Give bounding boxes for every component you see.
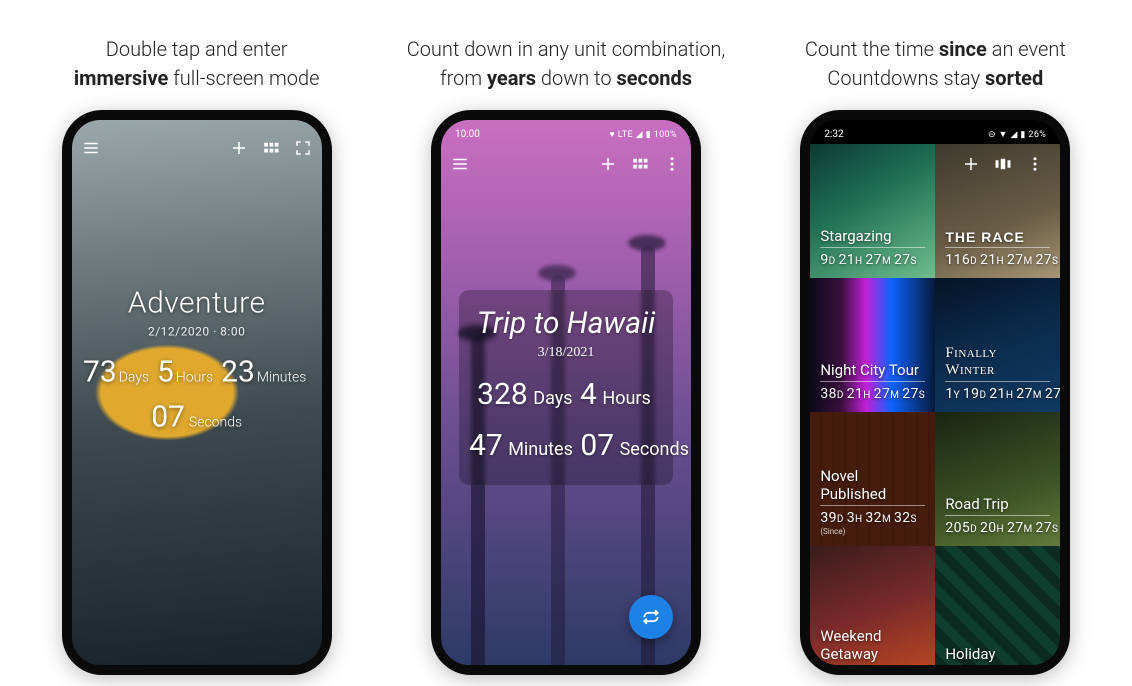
- app-bar: [72, 128, 322, 168]
- screen-3[interactable]: 2:32 ⊝ ▼ ◢ ▮ 26% Stargazing: [810, 120, 1060, 665]
- countdown-card[interactable]: Adventure 2/12/2020 · 8:00 73Days 5Hours…: [72, 285, 322, 434]
- wallpaper-hawaii: 10:00 ♥ LTE ◢ ▮ 100%: [441, 120, 691, 665]
- grid-icon[interactable]: [262, 139, 280, 157]
- carousel-icon[interactable]: [994, 155, 1012, 173]
- countdown-title: Adventure: [72, 285, 322, 320]
- status-time: 2:32: [824, 129, 843, 140]
- tile-title: Night City Tour: [820, 361, 925, 382]
- caption-2: Count down in any unit combination, from…: [407, 28, 726, 100]
- fab-refresh-button[interactable]: [629, 595, 673, 639]
- tile-night-city-tour[interactable]: Night City Tour 38D 21H 27M 27S: [810, 278, 935, 412]
- status-bar: 10:00 ♥ LTE ◢ ▮ 100%: [441, 120, 691, 144]
- tile-time: 39D 3H 32M 32S: [820, 510, 925, 526]
- tile-title: Stargazing: [820, 227, 925, 248]
- tile-title: Holiday: [945, 645, 1050, 665]
- fullscreen-icon[interactable]: [294, 139, 312, 157]
- countdown-card[interactable]: Trip to Hawaii 3/18/2021 328 Days 4 Hour…: [459, 290, 673, 485]
- column-1: Double tap and enter immersive full-scre…: [24, 28, 370, 675]
- screen3-root: 2:32 ⊝ ▼ ◢ ▮ 26% Stargazing: [810, 120, 1060, 665]
- caption-1-line2b: full-screen mode: [168, 66, 319, 90]
- overflow-icon[interactable]: [663, 155, 681, 173]
- phone-frame-2: 10:00 ♥ LTE ◢ ▮ 100%: [431, 110, 701, 675]
- tile-title: THE RACE: [945, 229, 1050, 248]
- countdown-line-2: 47 Minutes 07 Seconds: [469, 428, 663, 463]
- screen-2[interactable]: 10:00 ♥ LTE ◢ ▮ 100%: [441, 120, 691, 665]
- tile-time: 1Y 19D 21H 27M 27S: [945, 386, 1050, 402]
- tile-road-trip[interactable]: Road Trip 205D 20H 27M 27S: [935, 412, 1060, 546]
- status-indicators: ♥ LTE ◢ ▮ 100%: [609, 129, 677, 140]
- countdown-date: 2/12/2020 · 8:00: [72, 324, 322, 338]
- status-indicators: ⊝ ▼ ◢ ▮ 26%: [988, 129, 1046, 140]
- column-2: Count down in any unit combination, from…: [393, 28, 739, 675]
- caption-1-line1: Double tap and enter: [106, 37, 288, 61]
- plus-icon[interactable]: [599, 155, 617, 173]
- column-3: Count the time since an event Countdowns…: [762, 28, 1108, 675]
- tile-title: Road Trip: [945, 495, 1050, 516]
- status-time: 10:00: [455, 129, 480, 140]
- countdown-grid: Stargazing 9D 21H 27M 27S THE RACE 116D …: [810, 144, 1060, 665]
- plus-icon[interactable]: [962, 155, 980, 173]
- countdown-date: 3/18/2021: [469, 345, 663, 361]
- tile-time: 116D 21H 27M 27S: [945, 252, 1050, 268]
- grid-icon[interactable]: [631, 155, 649, 173]
- tile-weekend-getaway[interactable]: Weekend Getaway: [810, 546, 935, 665]
- tile-novel-published[interactable]: Novel Published 39D 3H 32M 32S (Since): [810, 412, 935, 546]
- countdown-line-1: 73Days 5Hours 23Minutes: [72, 354, 322, 389]
- hamburger-icon[interactable]: [82, 139, 100, 157]
- phone-frame-3: 2:32 ⊝ ▼ ◢ ▮ 26% Stargazing: [800, 110, 1070, 675]
- tile-title: Weekend Getaway: [820, 627, 925, 665]
- status-bar: 2:32 ⊝ ▼ ◢ ▮ 26%: [810, 120, 1060, 144]
- countdown-line-1: 328 Days 4 Hours: [469, 377, 663, 412]
- caption-1: Double tap and enter immersive full-scre…: [74, 28, 320, 100]
- tile-time: 9D 21H 27M 27S: [820, 252, 925, 268]
- countdown-line-2: 07Seconds: [72, 399, 322, 434]
- tile-title: Novel Published: [820, 467, 925, 506]
- screen-1[interactable]: Adventure 2/12/2020 · 8:00 73Days 5Hours…: [72, 120, 322, 665]
- phone-frame-1: Adventure 2/12/2020 · 8:00 73Days 5Hours…: [62, 110, 332, 675]
- plus-icon[interactable]: [230, 139, 248, 157]
- tile-holiday[interactable]: Holiday: [935, 546, 1060, 665]
- tile-since: (Since): [820, 527, 925, 536]
- app-bar: [441, 144, 691, 184]
- caption-3: Count the time since an event Countdowns…: [805, 28, 1066, 100]
- tile-time: 38D 21H 27M 27S: [820, 386, 925, 402]
- caption-1-bold: immersive: [74, 66, 168, 90]
- tile-time: 205D 20H 27M 27S: [945, 520, 1050, 536]
- tile-finally-winter[interactable]: Finally Winter 1Y 19D 21H 27M 27S: [935, 278, 1060, 412]
- wallpaper-adventure: Adventure 2/12/2020 · 8:00 73Days 5Hours…: [72, 120, 322, 665]
- countdown-title: Trip to Hawaii: [469, 306, 663, 341]
- app-store-screenshot-row: Double tap and enter immersive full-scre…: [0, 0, 1132, 686]
- app-bar: [810, 144, 1060, 184]
- hamburger-icon[interactable]: [451, 155, 469, 173]
- tile-title: Finally Winter: [945, 345, 1050, 382]
- overflow-icon[interactable]: [1026, 155, 1044, 173]
